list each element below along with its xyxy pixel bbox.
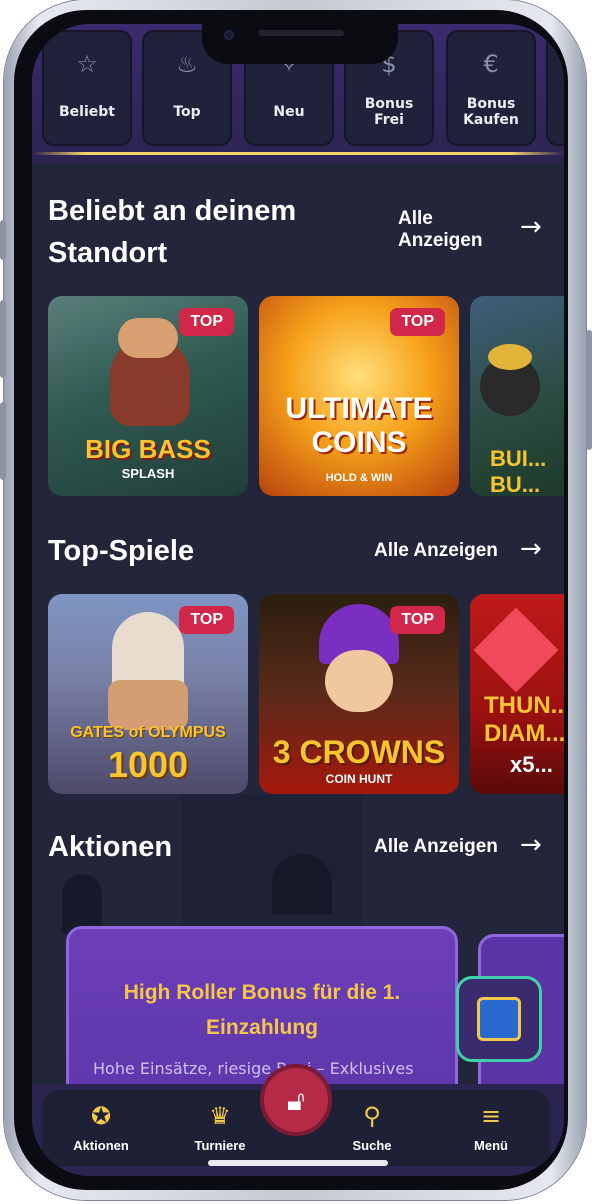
game-title: BUI... BU... (490, 446, 547, 496)
game-title: THUN... DIAM... (484, 692, 564, 747)
category-label: Beliebt (59, 104, 115, 120)
top-badge: TOP (179, 606, 234, 634)
volume-up-button (0, 300, 6, 378)
category-label: Top (173, 104, 201, 120)
section-title-aktionen: Aktionen (48, 831, 173, 863)
notch (202, 24, 398, 64)
category-label: Bonus Frei (364, 96, 414, 128)
game-subtitle: x5... (510, 752, 553, 777)
background-silhouette (62, 874, 102, 934)
game-card-thunder-diamonds[interactable]: THUN... DIAM... x5... (470, 594, 564, 794)
game-card-3-crowns[interactable]: 3 CROWNS COIN HUNT TOP (259, 594, 459, 794)
top-badge: TOP (179, 308, 234, 336)
see-all-link-beliebt[interactable]: Alle Anzeigen (398, 208, 508, 252)
login-lock-button[interactable]: 🔓︎ (260, 1064, 332, 1136)
see-all-link-top-spiele[interactable]: Alle Anzeigen (374, 540, 498, 562)
money-bag-icon: € (483, 50, 499, 78)
nav-label: Aktionen (73, 1138, 129, 1153)
game-title: ULTIMATE COINS (285, 392, 433, 459)
category-beliebt[interactable]: ☆ Beliebt (42, 30, 132, 146)
game-title: GATES of OLYMPUS (70, 724, 226, 741)
game-card-big-bass[interactable]: BIG BASS SPLASH TOP (48, 296, 248, 496)
section-title-beliebt: Beliebt an deinem Standort (48, 195, 297, 269)
shield-star-icon: ✪ (90, 1102, 112, 1130)
promo-title: High Roller Bonus für die 1. Einzahlung (123, 981, 401, 1039)
star-icon: ☆ (76, 50, 98, 78)
nav-label: Turniere (194, 1138, 246, 1153)
background-silhouette (272, 854, 332, 914)
game-subtitle: SPLASH (121, 466, 175, 481)
game-title: 3 CROWNS (272, 734, 446, 770)
game-card-ultimate-coins[interactable]: ULTIMATE COINS HOLD & WIN TOP (259, 296, 459, 496)
power-button (586, 330, 592, 450)
arrow-right-icon[interactable]: → (520, 536, 542, 562)
screen: ☆ Beliebt ♨ Top ✧ Neu $ Bonus Frei € Bon… (32, 24, 564, 1176)
category-label: Neu (273, 104, 305, 120)
nav-item-aktionen[interactable]: ✪ Aktionen (42, 1090, 160, 1166)
category-more[interactable] (546, 30, 564, 146)
nav-label: Suche (352, 1138, 392, 1153)
game-card-gates-of-olympus[interactable]: GATES of OLYMPUS 1000 TOP (48, 594, 248, 794)
gift-button[interactable] (456, 976, 542, 1062)
arrow-right-icon[interactable]: → (520, 832, 542, 858)
top-badge: TOP (390, 606, 445, 634)
gold-divider (32, 152, 564, 155)
category-bonus-kaufen[interactable]: € Bonus Kaufen (446, 30, 536, 146)
gift-icon (477, 997, 521, 1041)
category-label: Bonus Kaufen (463, 96, 519, 128)
game-card-third[interactable]: BUI... BU... (470, 296, 564, 496)
mute-switch (0, 220, 6, 260)
game-subtitle: 1000 (107, 744, 189, 785)
volume-down-button (0, 402, 6, 480)
nav-item-menu[interactable]: ≡ Menü (432, 1090, 550, 1166)
arrow-right-icon[interactable]: → (520, 214, 542, 240)
home-indicator (208, 1160, 388, 1166)
menu-icon: ≡ (480, 1102, 502, 1130)
section-title-top-spiele: Top-Spiele (48, 535, 195, 567)
lock-icon: 🔓︎ (286, 1084, 306, 1117)
see-all-link-aktionen[interactable]: Alle Anzeigen (374, 836, 498, 858)
nav-label: Menü (474, 1138, 508, 1153)
top-badge: TOP (390, 308, 445, 336)
game-subtitle: COIN HUNT (325, 772, 393, 786)
game-subtitle: HOLD & WIN (325, 472, 393, 484)
game-title: BIG BASS (85, 434, 211, 464)
